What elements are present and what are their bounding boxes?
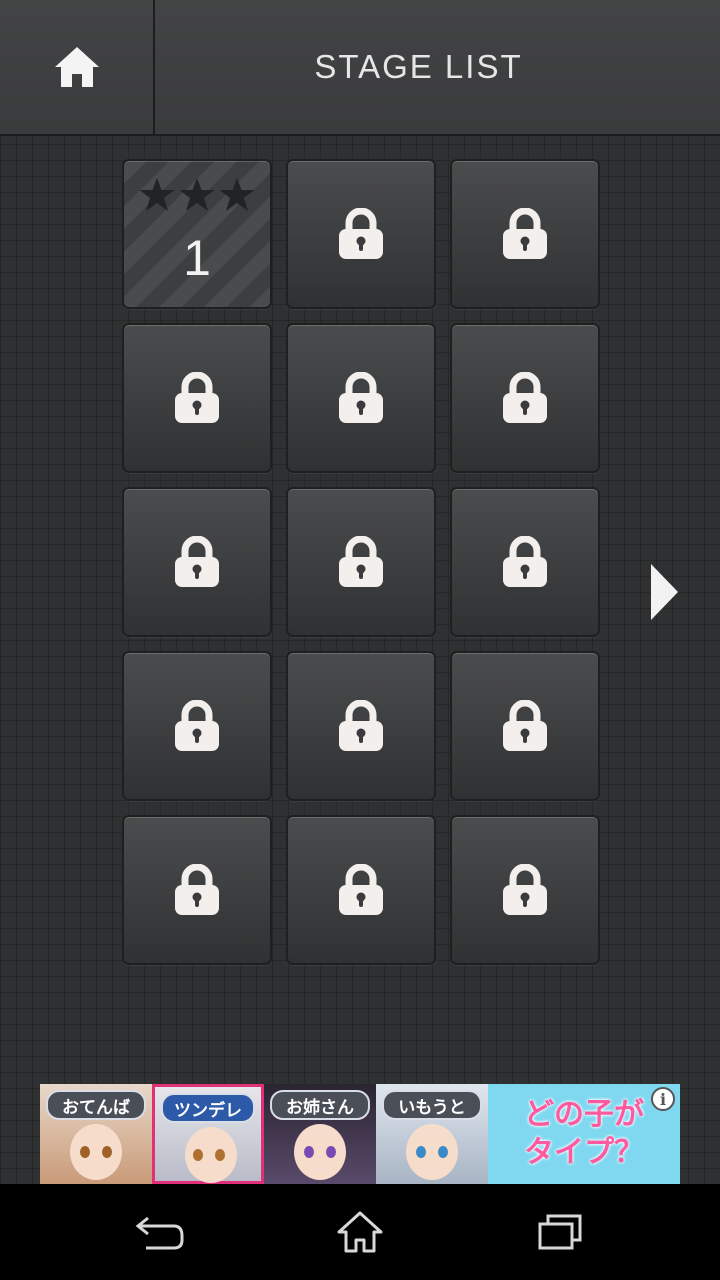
info-icon[interactable]: i bbox=[651, 1087, 675, 1111]
stage-tile-locked[interactable] bbox=[286, 159, 436, 309]
header: STAGE LIST bbox=[0, 0, 720, 136]
lock-icon bbox=[175, 864, 219, 915]
stage-tile-locked[interactable] bbox=[450, 487, 600, 637]
character-eye bbox=[416, 1146, 426, 1158]
home-outline-icon bbox=[337, 1211, 383, 1253]
recent-apps-button[interactable] bbox=[530, 1208, 590, 1256]
lock-icon bbox=[175, 700, 219, 751]
stage-tile-locked[interactable] bbox=[122, 323, 272, 473]
stage-number: 1 bbox=[183, 230, 211, 286]
back-button[interactable] bbox=[130, 1208, 190, 1256]
page-title: STAGE LIST bbox=[314, 48, 523, 85]
character-eye bbox=[80, 1146, 90, 1158]
system-nav-bar bbox=[0, 1184, 720, 1280]
lock-icon bbox=[339, 700, 383, 751]
stage-tile-locked[interactable] bbox=[122, 815, 272, 965]
star-icon bbox=[179, 178, 215, 211]
character-eye bbox=[326, 1146, 336, 1158]
ad-tag: おてんば bbox=[46, 1090, 146, 1120]
ad-slogan-line1: どの子が bbox=[524, 1097, 644, 1132]
lock-icon bbox=[339, 208, 383, 259]
lock-icon bbox=[175, 372, 219, 423]
recent-apps-icon bbox=[538, 1214, 582, 1250]
lock-icon bbox=[503, 864, 547, 915]
ad-tag: お姉さん bbox=[270, 1090, 370, 1120]
character-eye bbox=[438, 1146, 448, 1158]
ad-tag: ツンデレ bbox=[161, 1093, 255, 1123]
lock-icon bbox=[503, 700, 547, 751]
lock-icon bbox=[503, 372, 547, 423]
lock-icon bbox=[339, 372, 383, 423]
lock-icon bbox=[503, 536, 547, 587]
home-nav-button[interactable] bbox=[330, 1208, 390, 1256]
stage-tile-locked[interactable] bbox=[286, 323, 436, 473]
stage-tile-locked[interactable] bbox=[450, 159, 600, 309]
character-face bbox=[294, 1124, 346, 1180]
character-face bbox=[406, 1124, 458, 1180]
lock-icon bbox=[339, 864, 383, 915]
character-eye bbox=[215, 1149, 225, 1161]
stage-tile-1[interactable]: 1 bbox=[122, 159, 272, 309]
stage-tile-locked[interactable] bbox=[122, 487, 272, 637]
ad-character-tile[interactable]: お姉さん bbox=[264, 1084, 376, 1184]
back-icon bbox=[135, 1216, 184, 1250]
home-icon bbox=[54, 47, 99, 87]
ad-character-tile[interactable]: いもうと bbox=[376, 1084, 488, 1184]
lock-icon bbox=[339, 536, 383, 587]
character-face bbox=[70, 1124, 122, 1180]
character-eye bbox=[102, 1146, 112, 1158]
stage-tile-locked[interactable] bbox=[286, 651, 436, 801]
ad-character-tile-selected[interactable]: ツンデレ bbox=[152, 1084, 264, 1184]
star-icon bbox=[139, 178, 175, 211]
home-button[interactable] bbox=[0, 0, 155, 134]
stage-grid: 1 bbox=[122, 159, 600, 965]
lock-icon bbox=[175, 536, 219, 587]
stage-tile-locked[interactable] bbox=[286, 487, 436, 637]
ad-banner[interactable]: おてんば ツンデレ お姉さん いもうと どの子が タイプ？ i bbox=[40, 1084, 680, 1184]
ad-tag: いもうと bbox=[382, 1090, 482, 1120]
stage-tile-locked[interactable] bbox=[450, 323, 600, 473]
next-page-arrow[interactable] bbox=[648, 562, 680, 622]
stage-tile-locked[interactable] bbox=[450, 815, 600, 965]
ad-slogan-line2: タイプ？ bbox=[524, 1135, 644, 1170]
stage-tile-locked[interactable] bbox=[450, 651, 600, 801]
ad-character-tile[interactable]: おてんば bbox=[40, 1084, 152, 1184]
character-eye bbox=[193, 1149, 203, 1161]
lock-icon bbox=[503, 208, 547, 259]
stage-tile-locked[interactable] bbox=[286, 815, 436, 965]
star-rating bbox=[124, 177, 270, 213]
ad-slogan-panel[interactable]: どの子が タイプ？ i bbox=[488, 1084, 680, 1184]
character-eye bbox=[304, 1146, 314, 1158]
star-icon bbox=[219, 178, 255, 211]
stage-tile-locked[interactable] bbox=[122, 651, 272, 801]
